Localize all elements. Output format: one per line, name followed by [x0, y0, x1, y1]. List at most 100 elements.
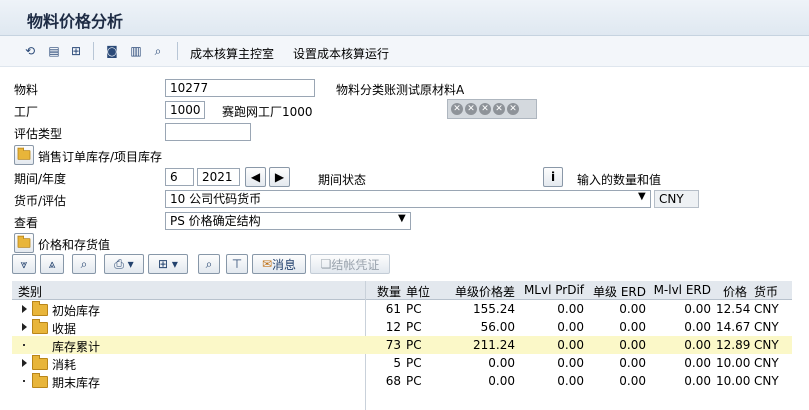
row-quantity: 73	[385, 338, 401, 352]
chevron-down-icon[interactable]: ▼	[638, 191, 646, 202]
print-icon: ⎙ ▾	[114, 256, 134, 271]
row-mlvl-prdif: 0.00	[557, 320, 584, 334]
material-description: 物料分类账测试原材料A	[336, 83, 465, 97]
next-period-button[interactable]: ▶	[269, 167, 290, 187]
message-icon: ✉	[261, 257, 273, 271]
row-currency: CNY	[754, 302, 779, 316]
col-single-erd[interactable]: 单级 ERD	[590, 283, 646, 300]
currency-dropdown[interactable]: 10 公司代码货币	[165, 190, 651, 208]
find-button[interactable]: ⌕	[72, 254, 96, 274]
row-unit: PC	[406, 356, 422, 370]
col-quantity[interactable]: 数量	[368, 283, 401, 300]
period-year-label: 期间/年度	[14, 172, 67, 186]
status-light-icon: ✕	[479, 103, 491, 115]
folder-icon	[32, 373, 48, 388]
previous-period-button[interactable]: ◀	[245, 167, 266, 187]
leaf-dot-icon	[23, 344, 25, 346]
row-price: 12.89	[716, 338, 751, 352]
plant-label: 工厂	[14, 105, 39, 119]
details-button[interactable]: ⌕	[198, 254, 220, 274]
plant-field[interactable]: 1000	[165, 101, 205, 119]
find-icon[interactable]: ⌕	[150, 43, 166, 59]
row-single-erd: 0.00	[619, 302, 646, 316]
plant-description: 赛跑网工厂1000	[222, 105, 313, 119]
material-label: 物料	[14, 83, 39, 97]
hierarchy-icon[interactable]: ⊞	[68, 43, 84, 59]
messages-label: 消息	[272, 257, 297, 272]
year-field[interactable]: 2021	[197, 168, 240, 186]
grid-header: 类别 数量 单位 单级价格差 MLvl PrDif 单级 ERD M-lvl E…	[12, 281, 792, 300]
valuation-type-field[interactable]	[165, 123, 251, 141]
row-mlvl-erd: 0.00	[684, 302, 711, 316]
view-dropdown[interactable]: PS 价格确定结构	[165, 212, 411, 230]
status-light-icon: ✕	[493, 103, 505, 115]
hierarchy-icon: ⊤	[231, 257, 243, 271]
qty-value-label: 输入的数量和值	[577, 173, 662, 187]
col-mlvl-prdif[interactable]: MLvl PrDif	[522, 283, 584, 297]
info-button[interactable]: i	[543, 167, 563, 187]
columns-icon[interactable]: ▥	[128, 43, 144, 59]
row-category: 收据	[52, 322, 77, 336]
row-unit: PC	[406, 302, 422, 316]
sales-order-stock-button[interactable]	[14, 145, 34, 165]
expand-arrow-icon[interactable]	[22, 305, 27, 313]
row-unit: PC	[406, 374, 422, 388]
expand-all-button[interactable]: ⩔	[12, 254, 36, 274]
chevron-down-icon[interactable]: ▼	[398, 213, 406, 224]
col-unit[interactable]: 单位	[406, 283, 430, 300]
row-quantity: 5	[393, 356, 401, 370]
costing-cockpit-button[interactable]: 成本核算主控室	[190, 45, 274, 62]
row-single-diff: 0.00	[488, 374, 515, 388]
expand-icon: ⩔	[20, 256, 28, 271]
row-mlvl-erd: 0.00	[684, 374, 711, 388]
row-quantity: 68	[385, 374, 401, 388]
list-icon[interactable]: ▤	[46, 43, 62, 59]
closing-document-label: 结帐凭证	[331, 257, 380, 272]
row-mlvl-prdif: 0.00	[557, 302, 584, 316]
row-mlvl-prdif: 0.00	[557, 356, 584, 370]
table-row[interactable]: 消耗 5 PC 0.00 0.00 0.00 0.00 10.00 CNY	[12, 354, 792, 372]
row-currency: CNY	[754, 320, 779, 334]
expand-arrow-icon[interactable]	[22, 359, 27, 367]
price-stock-value-button[interactable]	[14, 233, 34, 253]
status-light-icon: ✕	[451, 103, 463, 115]
messages-button[interactable]: ✉ 消息	[252, 254, 306, 274]
layout-button[interactable]: ⊞ ▾	[148, 254, 188, 274]
row-single-diff: 155.24	[473, 302, 515, 316]
row-mlvl-prdif: 0.00	[557, 338, 584, 352]
col-currency[interactable]: 货币	[754, 283, 778, 300]
expand-arrow-icon[interactable]	[22, 323, 27, 331]
print-button[interactable]: ⎙ ▾	[104, 254, 144, 274]
closing-document-button[interactable]: ❏ 结帐凭证	[310, 254, 390, 274]
col-category[interactable]: 类别	[18, 283, 42, 300]
table-row[interactable]: 收据 12 PC 56.00 0.00 0.00 0.00 14.67 CNY	[12, 318, 792, 336]
grid-layout-icon: ⊞ ▾	[158, 257, 178, 271]
col-single-level-diff[interactable]: 单级价格差	[442, 283, 515, 300]
grid-toolbar: ⩔ ⩓ ⌕ ⎙ ▾ ⊞ ▾ ⌕ ⊤ ✉ 消息 ❏ 结帐凭证	[12, 254, 792, 275]
hierarchy-button[interactable]: ⊤	[226, 254, 248, 274]
col-price[interactable]: 价格	[716, 283, 747, 300]
period-field[interactable]: 6	[165, 168, 194, 186]
refresh-icon[interactable]: ⟲	[22, 43, 38, 59]
row-price: 10.00	[716, 356, 751, 370]
folder-icon	[17, 147, 31, 160]
material-field[interactable]: 10277	[165, 79, 315, 97]
row-price: 14.67	[716, 320, 751, 334]
table-row[interactable]: 初始库存 61 PC 155.24 0.00 0.00 0.00 12.54 C…	[12, 300, 792, 318]
price-analysis-grid: 类别 数量 单位 单级价格差 MLvl PrDif 单级 ERD M-lvl E…	[12, 281, 792, 410]
row-unit: PC	[406, 320, 422, 334]
display-icon[interactable]: ◙	[104, 43, 120, 59]
table-row[interactable]: 库存累计 73 PC 211.24 0.00 0.00 0.00 12.89 C…	[12, 336, 792, 354]
price-stock-value-label[interactable]: 价格和存货值	[38, 236, 110, 253]
view-label: 查看	[14, 216, 39, 230]
row-single-diff: 211.24	[473, 338, 515, 352]
toolbar-separator	[177, 42, 178, 60]
collapse-all-button[interactable]: ⩓	[40, 254, 64, 274]
table-row[interactable]: 期末库存 68 PC 0.00 0.00 0.00 0.00 10.00 CNY	[12, 372, 792, 390]
costing-run-button[interactable]: 设置成本核算运行	[293, 45, 389, 62]
row-mlvl-erd: 0.00	[684, 356, 711, 370]
col-mlvl-erd[interactable]: M-lvl ERD	[652, 283, 711, 297]
row-price: 12.54	[716, 302, 751, 316]
row-category: 初始库存	[52, 304, 101, 318]
sales-order-stock-label[interactable]: 销售订单库存/项目库存	[38, 148, 162, 165]
